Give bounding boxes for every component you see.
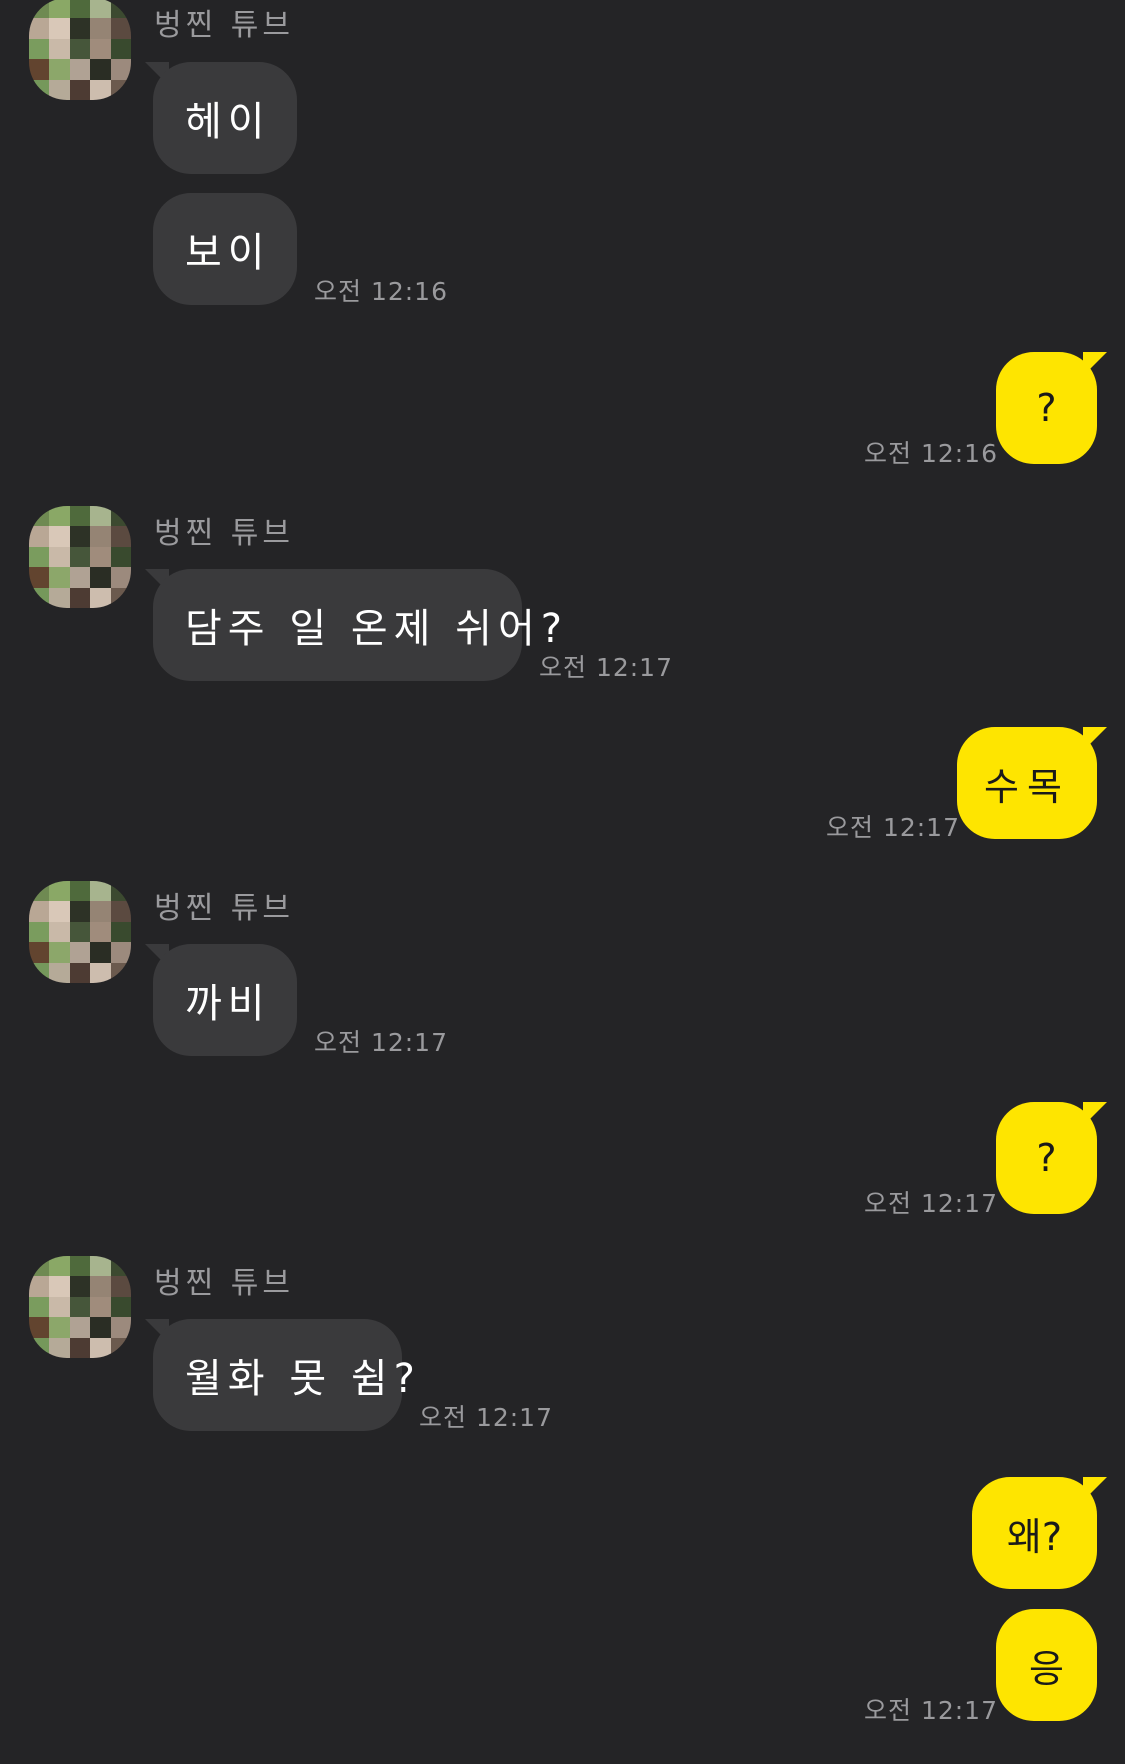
sender-name: 벙찐 튜브 (154, 1266, 294, 1301)
message-timestamp: 오전 12:17 (314, 1028, 448, 1057)
avatar[interactable] (29, 1256, 131, 1358)
avatar[interactable] (29, 506, 131, 608)
sender-name: 벙찐 튜브 (154, 891, 294, 926)
incoming-message-bubble[interactable]: 보이 (153, 193, 297, 305)
bubble-tail (1083, 1477, 1107, 1501)
message-timestamp: 오전 12:16 (864, 439, 998, 468)
outgoing-message-bubble[interactable]: 응 (996, 1609, 1097, 1721)
avatar[interactable] (29, 0, 131, 100)
bubble-tail (1083, 1102, 1107, 1126)
message-timestamp: 오전 12:17 (864, 1696, 998, 1725)
incoming-message-bubble[interactable]: 담주 일 온제 쉬어? (153, 569, 562, 681)
bubble-tail (1083, 727, 1107, 751)
message-timestamp: 오전 12:17 (826, 813, 960, 842)
sender-name: 벙찐 튜브 (154, 516, 294, 551)
message-timestamp: 오전 12:17 (864, 1189, 998, 1218)
sender-name: 벙찐 튜브 (154, 8, 294, 43)
outgoing-message-bubble[interactable]: 왜? (972, 1477, 1097, 1589)
outgoing-message-bubble[interactable]: ? (996, 352, 1097, 464)
incoming-message-bubble[interactable]: 헤이 (153, 62, 297, 174)
message-timestamp: 오전 12:16 (314, 277, 448, 306)
avatar[interactable] (29, 881, 131, 983)
incoming-message-bubble[interactable]: 월화 못 쉼? (153, 1319, 415, 1431)
outgoing-message-bubble[interactable]: ? (996, 1102, 1097, 1214)
bubble-tail (1083, 352, 1107, 376)
incoming-message-bubble[interactable]: 까비 (153, 944, 297, 1056)
message-timestamp: 오전 12:17 (419, 1403, 553, 1432)
outgoing-message-bubble[interactable]: 수목 (957, 727, 1097, 839)
message-timestamp: 오전 12:17 (539, 653, 673, 682)
